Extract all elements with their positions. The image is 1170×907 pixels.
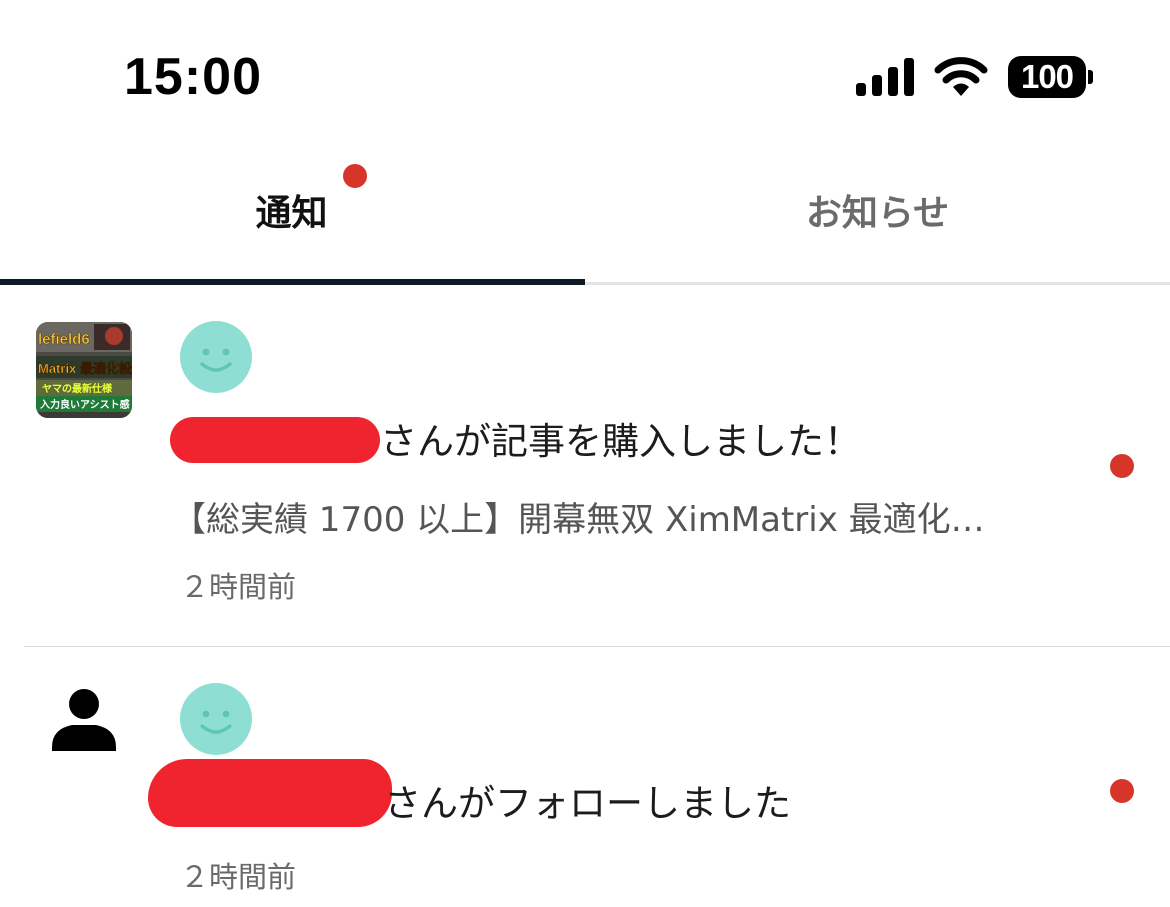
tab-notifications-badge bbox=[343, 164, 367, 188]
battery-cap bbox=[1088, 70, 1093, 84]
tab-notifications-label: 通知 bbox=[255, 193, 328, 234]
wifi-icon bbox=[934, 57, 988, 96]
notification-purchase[interactable]: lefield6 Matrix 最適化設定 ヤマの最新仕様 入力良いアシスト感 … bbox=[0, 286, 1170, 646]
thumb-line-4: 入力良いアシスト感 bbox=[40, 398, 130, 411]
thumb-line-3: ヤマの最新仕様 bbox=[42, 382, 113, 395]
smiley-icon bbox=[200, 348, 232, 372]
unread-indicator bbox=[1110, 779, 1134, 803]
article-title[interactable]: 【総実績 1700 以上】開幕無双 XimMatrix 最適化… bbox=[172, 498, 985, 542]
thumb-line-1: lefield6 bbox=[38, 331, 90, 348]
smiley-icon bbox=[200, 710, 232, 734]
thumb-line-2: Matrix 最適化設定 bbox=[38, 361, 132, 376]
notification-timestamp: ２時間前 bbox=[180, 860, 297, 894]
battery-level: 100 bbox=[1008, 56, 1086, 98]
redacted-username bbox=[148, 759, 392, 827]
redacted-username bbox=[170, 417, 380, 463]
active-tab-indicator bbox=[0, 279, 585, 285]
article-thumbnail-image: lefield6 Matrix 最適化設定 ヤマの最新仕様 入力良いアシスト感 bbox=[36, 322, 132, 418]
battery-icon: 100 bbox=[1008, 56, 1094, 100]
tab-notifications[interactable]: 通知 bbox=[0, 150, 585, 286]
status-bar: 15:00 100 bbox=[0, 0, 1170, 150]
tab-news[interactable]: お知らせ bbox=[585, 150, 1170, 286]
notification-follow[interactable]: さんがフォローしました ２時間前 bbox=[0, 647, 1170, 907]
user-avatar[interactable] bbox=[180, 683, 252, 755]
status-time: 15:00 bbox=[124, 48, 262, 106]
person-icon bbox=[52, 689, 116, 751]
notification-message: さんが記事を購入しました！ bbox=[380, 420, 861, 463]
article-thumbnail[interactable]: lefield6 Matrix 最適化設定 ヤマの最新仕様 入力良いアシスト感 bbox=[36, 322, 132, 418]
unread-indicator bbox=[1110, 454, 1134, 478]
notification-message: さんがフォローしました bbox=[384, 782, 791, 825]
cellular-signal-icon bbox=[856, 58, 914, 96]
user-avatar[interactable] bbox=[180, 321, 252, 393]
tab-bar: 通知 お知らせ bbox=[0, 150, 1170, 286]
notification-timestamp: ２時間前 bbox=[180, 570, 297, 604]
tab-news-label: お知らせ bbox=[805, 193, 950, 234]
